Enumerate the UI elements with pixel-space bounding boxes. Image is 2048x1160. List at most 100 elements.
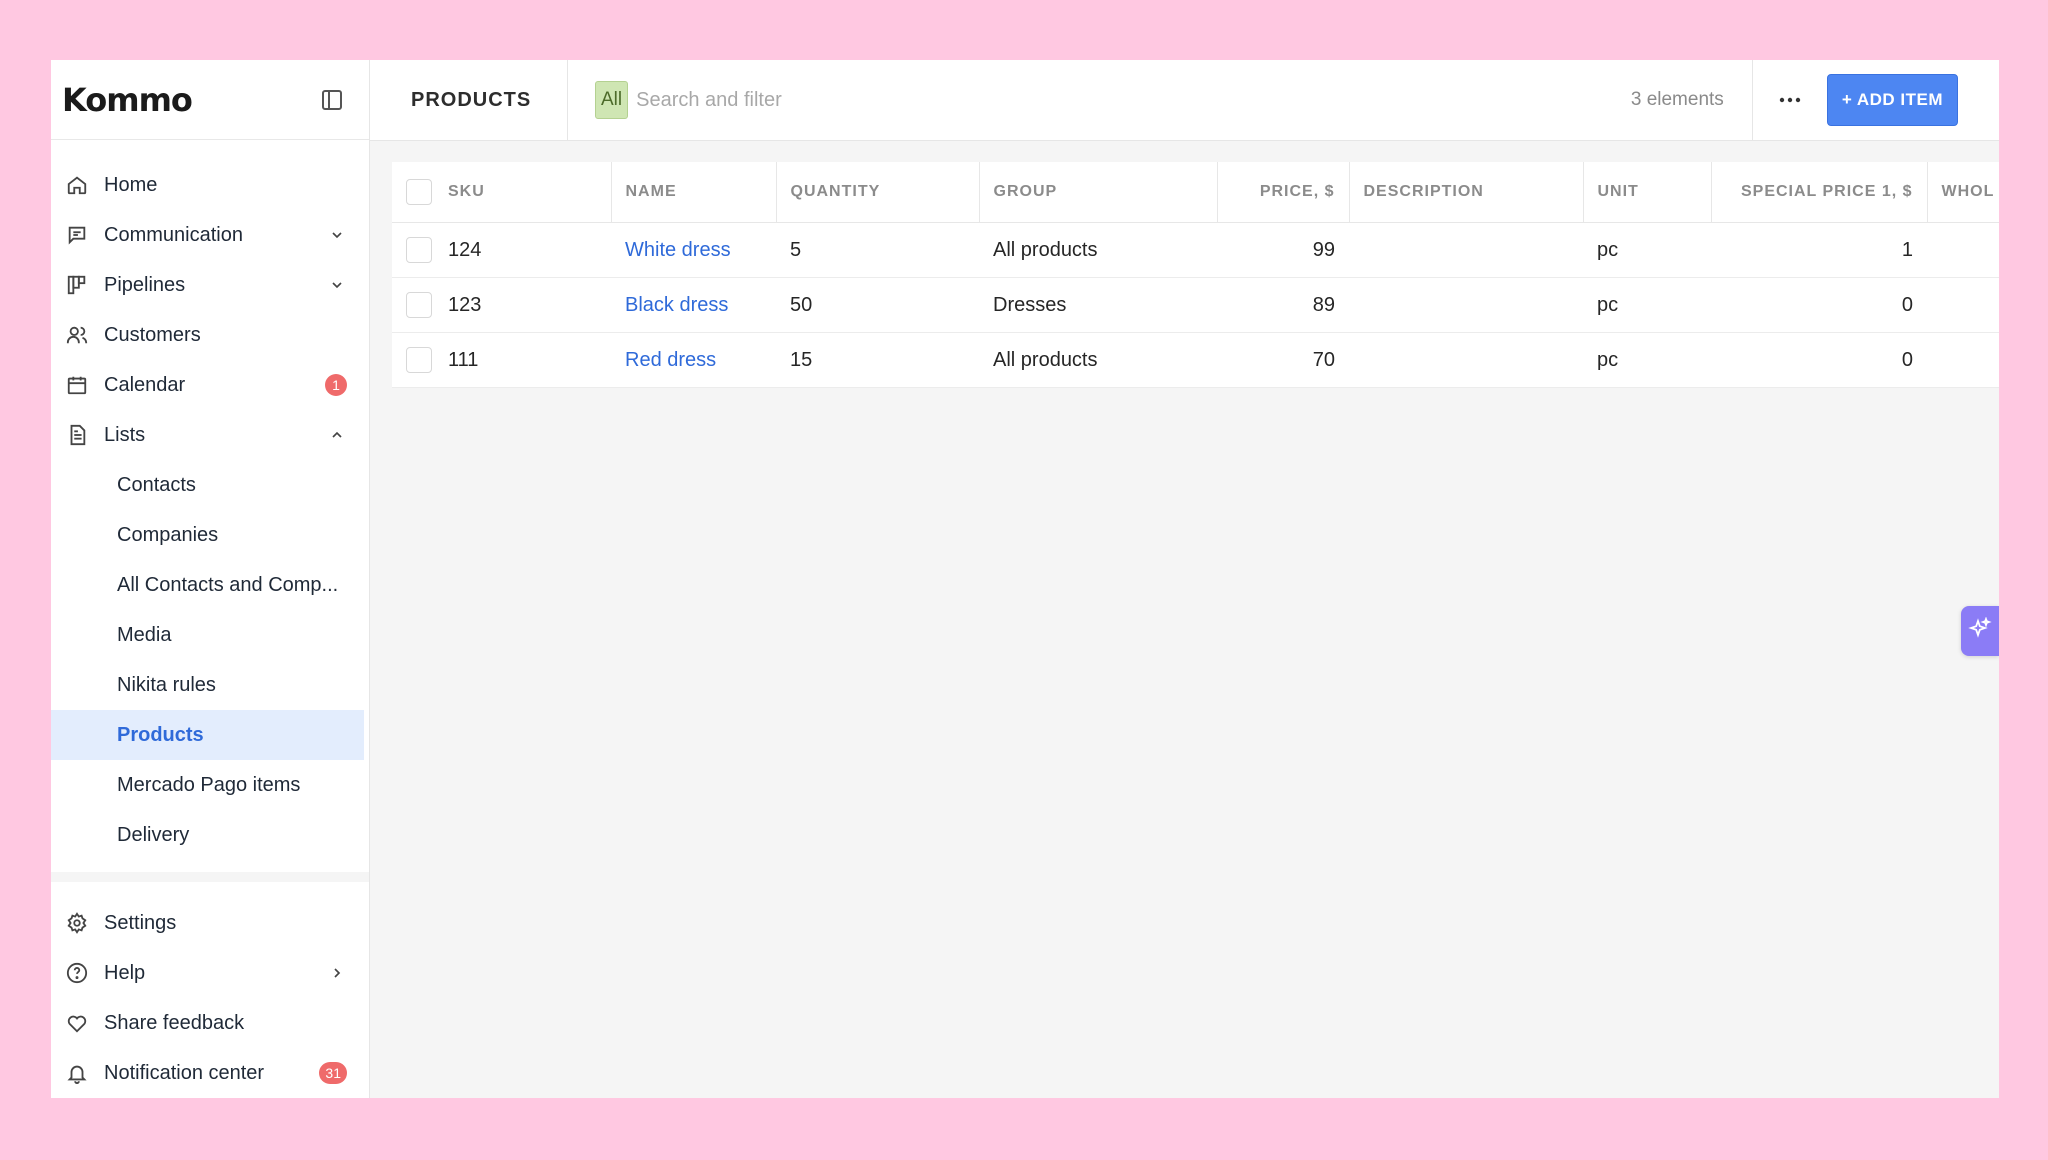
table-row[interactable]: 111 Red dress 15 All products 70 pc 0 [392,332,1999,388]
description-cell [1349,277,1583,333]
group-cell: All products [979,332,1217,388]
page-title: PRODUCTS [370,60,568,140]
wholesale-cell [1927,222,1999,278]
sidebar-item-label: Home [104,173,158,196]
sidebar-item-home[interactable]: Home [51,160,369,210]
sidebar-item-label: Lists [104,423,146,446]
notification-badge: 31 [319,1062,347,1084]
sidebar: Kommo Home Communication Pipelines Custo… [51,60,370,1098]
sidebar-subitem-products[interactable]: Products [51,710,364,760]
products-table: SKU NAME QUANTITY GROUP PRICE, $ DESCRIP… [392,162,1999,388]
unit-cell: pc [1583,332,1711,388]
sku-cell: 111 [448,348,479,371]
column-header-description[interactable]: DESCRIPTION [1349,162,1584,223]
quantity-cell: 15 [776,332,979,388]
special-price-cell: 0 [1711,277,1927,333]
sidebar-item-communication[interactable]: Communication [51,210,369,260]
pipeline-icon [63,271,91,299]
search-input[interactable] [636,88,1237,112]
bell-icon [63,1059,91,1087]
column-header-group[interactable]: GROUP [979,162,1218,223]
app-window: Kommo Home Communication Pipelines Custo… [51,60,1999,1098]
chevron-up-icon[interactable] [327,425,347,445]
special-price-cell: 1 [1711,222,1927,278]
kommo-logo[interactable]: Kommo [62,81,193,119]
sidebar-item-share-feedback[interactable]: Share feedback [51,998,369,1048]
sidebar-item-help[interactable]: Help [51,948,369,998]
column-header-quantity[interactable]: QUANTITY [776,162,980,223]
column-header-unit[interactable]: UNIT [1583,162,1712,223]
sidebar-subitem-contacts[interactable]: Contacts [51,460,364,510]
sidebar-item-label: Share feedback [104,1011,245,1034]
sidebar-item-label: Customers [104,323,201,346]
column-header-price[interactable]: PRICE, $ [1217,162,1350,223]
group-cell: Dresses [979,277,1217,333]
help-icon [63,959,91,987]
sidebar-item-pipelines[interactable]: Pipelines [51,260,369,310]
row-checkbox[interactable] [406,292,432,318]
quantity-cell: 50 [776,277,979,333]
column-header-sku[interactable]: SKU [392,162,612,223]
column-header-wholesale[interactable]: WHOL [1927,162,1999,223]
sidebar-item-calendar[interactable]: Calendar 1 [51,360,369,410]
description-cell [1349,222,1583,278]
product-name-link[interactable]: Red dress [611,332,776,388]
chat-icon [63,221,91,249]
sidebar-subitem-delivery[interactable]: Delivery [51,810,364,860]
wholesale-cell [1927,277,1999,333]
home-icon [63,171,91,199]
sidebar-subitem-media[interactable]: Media [51,610,364,660]
add-item-button[interactable]: + ADD ITEM [1826,74,1958,126]
sidebar-header: Kommo [51,60,369,140]
sidebar-item-label: Settings [104,911,177,934]
sidebar-item-notification-center[interactable]: Notification center 31 [51,1048,369,1098]
wholesale-cell [1927,332,1999,388]
heart-icon [63,1009,91,1037]
column-header-special-price[interactable]: SPECIAL PRICE 1, $ [1711,162,1928,223]
sidebar-item-settings[interactable]: Settings [51,898,369,948]
row-checkbox[interactable] [406,347,432,373]
element-count: 3 elements [1631,60,1753,140]
sidebar-item-label: Pipelines [104,273,186,296]
main-content: PRODUCTS All 3 elements + ADD ITEM [370,60,1999,1098]
quantity-cell: 5 [776,222,979,278]
search-bar: All [568,60,1631,140]
ai-assistant-button[interactable] [1961,606,1999,656]
product-name-link[interactable]: White dress [611,222,776,278]
sidebar-subitem-companies[interactable]: Companies [51,510,364,560]
sidebar-bottom: Settings Help Share feedback Notificatio… [51,898,369,1098]
sidebar-item-label: Notification center [104,1061,265,1084]
chevron-down-icon[interactable] [327,275,347,295]
unit-cell: pc [1583,277,1711,333]
description-cell [1349,332,1583,388]
sidebar-item-customers[interactable]: Customers [51,310,369,360]
more-options-icon[interactable] [1753,60,1827,140]
price-cell: 89 [1217,277,1349,333]
unit-cell: pc [1583,222,1711,278]
sidebar-item-label: Help [104,961,146,984]
column-header-name[interactable]: NAME [611,162,777,223]
sidebar-subitem-nikita-rules[interactable]: Nikita rules [51,660,364,710]
product-name-link[interactable]: Black dress [611,277,776,333]
table-row[interactable]: 124 White dress 5 All products 99 pc 1 [392,222,1999,278]
price-cell: 99 [1217,222,1349,278]
chevron-down-icon[interactable] [327,225,347,245]
sidebar-item-label: Communication [104,223,243,246]
group-cell: All products [979,222,1217,278]
sku-cell: 124 [448,238,482,261]
main-nav: Home Communication Pipelines Customers C… [51,140,369,860]
sidebar-toggle-icon[interactable] [317,85,347,115]
table-row[interactable]: 123 Black dress 50 Dresses 89 pc 0 [392,277,1999,333]
chevron-right-icon[interactable] [327,963,347,983]
calendar-badge: 1 [325,374,347,396]
select-all-checkbox[interactable] [406,179,432,205]
sidebar-item-lists[interactable]: Lists [51,410,369,460]
sku-cell: 123 [448,293,482,316]
row-checkbox[interactable] [406,237,432,263]
sidebar-subitem-mercado-pago[interactable]: Mercado Pago items [51,760,364,810]
filter-chip-all[interactable]: All [595,81,629,119]
sidebar-divider [51,872,369,882]
sidebar-subitem-all-contacts[interactable]: All Contacts and Comp... [51,560,364,610]
gear-icon [63,909,91,937]
users-icon [63,321,91,349]
